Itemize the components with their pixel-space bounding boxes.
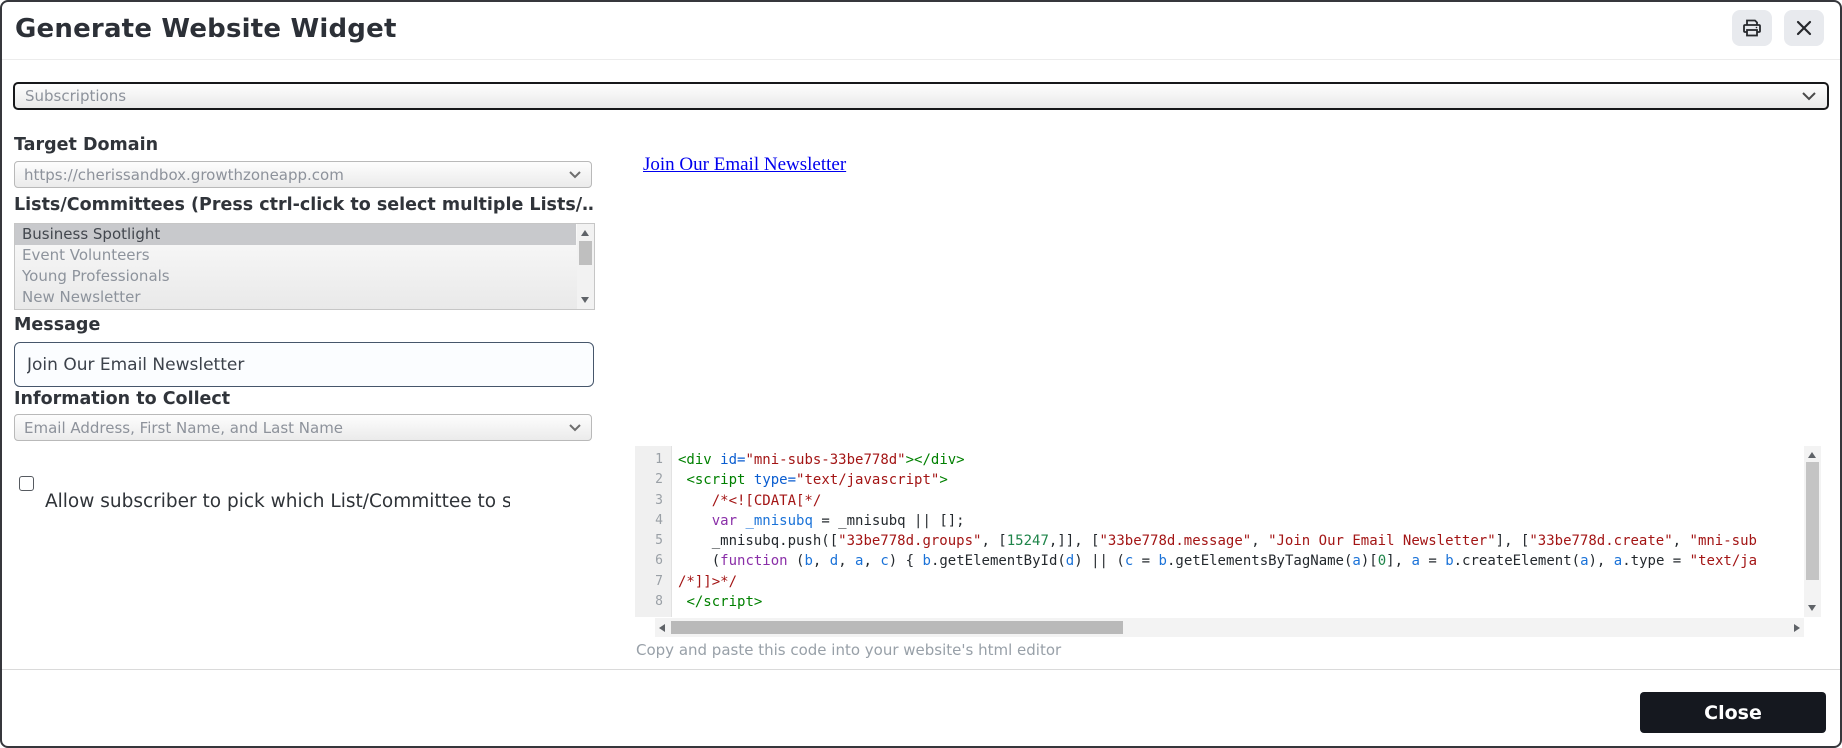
allow-subscriber-label: Allow subscriber to pick which List/Comm… xyxy=(45,491,510,512)
code-line: 4 var _mnisubq = _mnisubq || []; xyxy=(635,511,1804,531)
scroll-down-icon[interactable] xyxy=(1808,605,1816,611)
listbox-option[interactable]: Event Volunteers xyxy=(15,245,576,266)
message-input[interactable] xyxy=(14,342,594,387)
line-number: 5 xyxy=(655,533,663,549)
allow-subscriber-checkbox[interactable] xyxy=(19,476,34,491)
information-to-collect-label: Information to Collect xyxy=(14,389,231,409)
code-line: 3 /*<![CDATA[*/ xyxy=(635,491,1804,511)
lists-committees-label: Lists/Committees (Press ctrl-click to se… xyxy=(14,195,594,215)
lists-committees-listbox[interactable]: Business Spotlight Event Volunteers Young … xyxy=(14,223,595,310)
message-label: Message xyxy=(14,315,101,335)
newsletter-preview-link[interactable]: Join Our Email Newsletter xyxy=(643,154,846,176)
close-button-label: Close xyxy=(1704,701,1762,724)
target-domain-value: https://cherissandbox.growthzoneapp.com xyxy=(24,165,344,184)
printer-icon xyxy=(1740,16,1764,40)
scroll-left-icon[interactable] xyxy=(659,624,665,632)
chevron-down-icon xyxy=(568,170,582,179)
code-line: 5 _mnisubq.push(["33be778d.groups", [152… xyxy=(635,531,1804,551)
header-divider xyxy=(2,59,1840,60)
scroll-down-icon[interactable] xyxy=(581,297,589,303)
information-to-collect-value: Email Address, First Name, and Last Name xyxy=(24,418,344,437)
line-number: 2 xyxy=(655,472,663,488)
widget-type-select[interactable]: Subscriptions xyxy=(13,82,1829,110)
scroll-up-icon[interactable] xyxy=(1808,452,1816,458)
code-line: 8 </script> xyxy=(635,592,1804,612)
code-line: 7/*]]>*/ xyxy=(635,572,1804,592)
line-number: 7 xyxy=(655,573,663,589)
line-number: 3 xyxy=(655,492,663,508)
scrollbar-thumb[interactable] xyxy=(671,621,1123,634)
dialog-close-button[interactable] xyxy=(1784,10,1824,46)
target-domain-label: Target Domain xyxy=(14,135,159,155)
chevron-down-icon xyxy=(1801,91,1817,101)
information-to-collect-select[interactable]: Email Address, First Name, and Last Name xyxy=(14,414,592,441)
listbox-option[interactable]: Business Spotlight xyxy=(15,224,576,245)
code-line: 2 <script type="text/javascript"> xyxy=(635,470,1804,490)
listbox-option[interactable]: Young Professionals xyxy=(15,266,576,287)
code-line: 6 (function (b, d, a, c) { b.getElementB… xyxy=(635,551,1804,571)
generate-website-widget-dialog: Generate Website Widget Subscriptions Ta… xyxy=(0,0,1842,748)
scrollbar-thumb[interactable] xyxy=(1806,462,1819,580)
listbox-options: Business Spotlight Event Volunteers Young … xyxy=(15,224,576,309)
target-domain-select[interactable]: https://cherissandbox.growthzoneapp.com xyxy=(14,161,592,188)
code-vertical-scrollbar[interactable] xyxy=(1804,446,1821,617)
widget-code-block[interactable]: 1 <div id="mni-subs-33be778d"></div> 2 <sc… xyxy=(635,446,1821,637)
listbox-scrollbar[interactable] xyxy=(577,224,594,309)
line-number: 8 xyxy=(655,594,663,610)
print-button[interactable] xyxy=(1732,10,1772,46)
line-number: 6 xyxy=(655,553,663,569)
code-line: 1 <div id="mni-subs-33be778d"></div> xyxy=(635,450,1804,470)
page-title: Generate Website Widget xyxy=(15,14,397,44)
code-horizontal-scrollbar[interactable] xyxy=(655,618,1804,637)
widget-type-value: Subscriptions xyxy=(25,87,127,105)
code-lines: 1 <div id="mni-subs-33be778d"></div> 2 <sc… xyxy=(635,450,1804,617)
scroll-up-icon[interactable] xyxy=(581,230,589,236)
footer-divider xyxy=(2,669,1840,670)
chevron-down-icon xyxy=(568,423,582,432)
line-number: 4 xyxy=(655,512,663,528)
close-icon xyxy=(1794,18,1814,38)
line-number: 1 xyxy=(655,452,663,467)
listbox-option[interactable]: New Newsletter xyxy=(15,287,576,308)
close-button[interactable]: Close xyxy=(1640,692,1826,733)
copy-paste-hint: Copy and paste this code into your websi… xyxy=(636,641,1062,659)
scroll-right-icon[interactable] xyxy=(1794,624,1800,632)
scrollbar-thumb[interactable] xyxy=(579,241,592,265)
